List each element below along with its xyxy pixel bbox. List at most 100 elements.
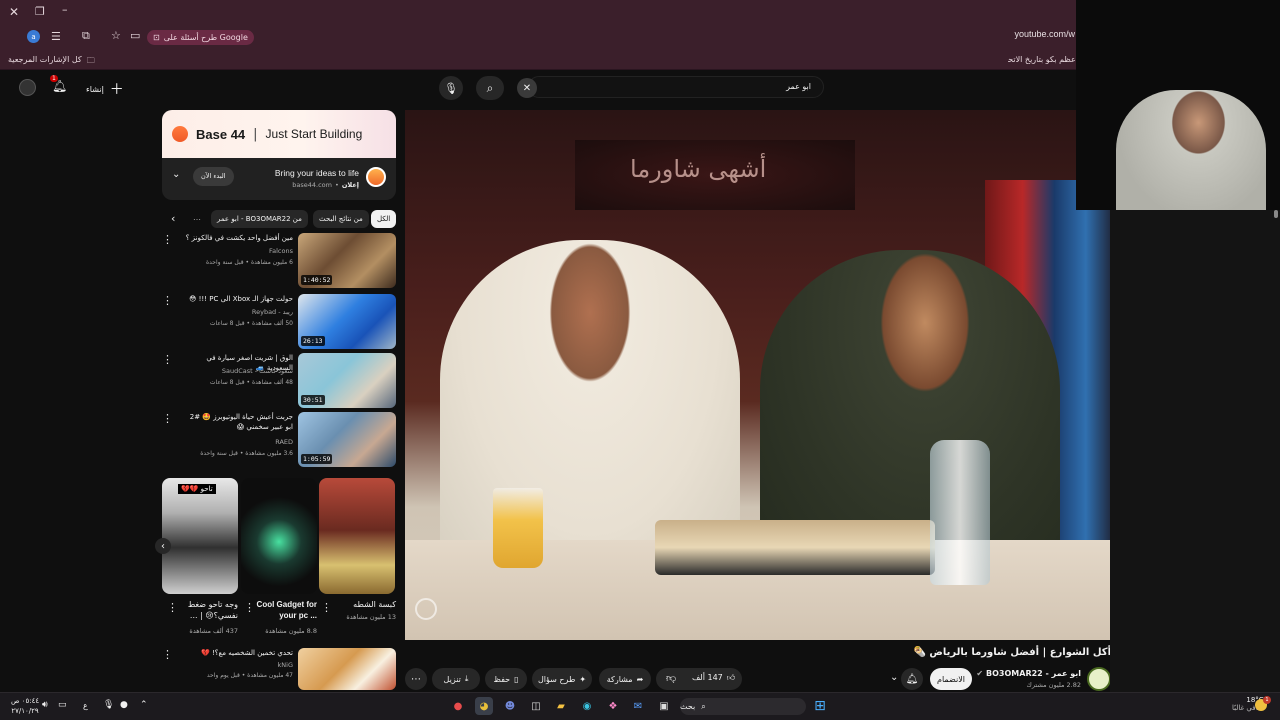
microphone-icon[interactable]: 🎙︎ [103, 700, 114, 710]
channel-avatar[interactable] [1087, 667, 1111, 691]
search-input[interactable]: ✕ ابو عمر [517, 76, 824, 98]
channel-name[interactable]: ابو عمر - BO3OMAR22 ✔ [976, 669, 1081, 678]
short-item[interactable] [319, 478, 395, 594]
related-video-item[interactable]: تحدي تخمين الشخصيه مع؟! 💔 kNiG 47 مليون … [162, 648, 396, 690]
video-channel[interactable]: kNiG [278, 661, 293, 669]
close-window-icon[interactable]: ✕ [9, 6, 19, 18]
video-channel[interactable]: ريبد - Reybad [252, 308, 293, 316]
more-options-icon[interactable]: ⋮ [167, 601, 178, 614]
start-button[interactable]: ⊞ [811, 697, 829, 715]
base44-logo-icon [172, 126, 188, 142]
ask-button[interactable]: طرح سؤال ✦ [532, 668, 592, 690]
task-view-icon[interactable]: ▣ [655, 697, 673, 715]
save-button[interactable]: حفظ ▯ [485, 668, 527, 690]
ask-google-pill[interactable]: ⊡ طرح أسئلة على Google [147, 30, 254, 45]
more-options-icon[interactable]: ⋮ [162, 412, 173, 425]
profile-avatar[interactable]: a [27, 30, 40, 43]
chevron-down-icon[interactable]: ⌄ [172, 169, 180, 180]
more-options-icon[interactable]: ⋮ [162, 648, 173, 661]
related-video-item[interactable]: 1:05:59 جربت أعيش حياة اليوتيوبرز 🤩 #2 ا… [162, 412, 396, 470]
taskbar-search[interactable]: ⌕ بحث [680, 698, 806, 715]
video-thumbnail[interactable] [298, 648, 396, 690]
video-channel[interactable]: Falcons [269, 247, 293, 255]
clock[interactable]: ٠٥:٤٤ ص ٢٧/١٠/٢٩ [11, 696, 39, 716]
video-title[interactable]: حولت جهاز الـ Xbox الى PC !!! 😳 [181, 294, 293, 304]
extensions-icon[interactable]: ⧉ [82, 30, 90, 41]
video-title[interactable]: مين أفضل واحد يكشت في فالكونز ؟ [181, 233, 293, 243]
video-channel[interactable]: سعود كاست - SaudCast [222, 367, 293, 375]
all-bookmarks-link[interactable]: 🗀 كل الإشارات المرجعية [8, 55, 95, 69]
more-actions-button[interactable]: ⋯ [405, 668, 427, 690]
copilot-icon[interactable]: ❖ [604, 697, 622, 715]
more-options-icon[interactable]: ⋮ [162, 353, 173, 366]
bookmark-item[interactable]: أعظم بكو بتاريخ الاتحا... [1008, 55, 1078, 64]
chips-prev-icon[interactable]: ‹ [171, 212, 175, 225]
app-icon[interactable]: ● [449, 697, 467, 715]
more-options-icon[interactable]: ⋮ [162, 294, 173, 307]
edge-icon[interactable]: ◉ [578, 697, 596, 715]
chrome-icon[interactable]: ◕ [475, 697, 493, 715]
clear-search-icon[interactable]: ✕ [517, 78, 537, 98]
related-video-item[interactable]: 26:13 حولت جهاز الـ Xbox الى PC !!! 😳 ري… [162, 294, 396, 352]
file-explorer-icon[interactable]: ▰ [552, 697, 570, 715]
short-title[interactable]: كبسة الشطه [330, 599, 396, 610]
shorts-prev-button[interactable]: ‹ [155, 538, 171, 554]
microphone-icon: 🎙︎ [444, 81, 458, 95]
discord-icon[interactable]: ☻ [501, 697, 519, 715]
short-title[interactable]: وجه تاحو ضغط نفسي؟😢 | ... [174, 599, 238, 621]
download-label: تنزيل [443, 674, 461, 684]
minimize-window-icon[interactable]: – [62, 4, 68, 15]
sponsored-ad-card[interactable]: Base 44 | Just Start Building Bring your… [162, 110, 396, 200]
cast-icon[interactable]: ▭ [130, 30, 140, 41]
tray-chevron-icon[interactable]: ⌃ [140, 700, 148, 710]
clock-date: ٢٧/١٠/٢٩ [11, 707, 39, 715]
related-video-item[interactable]: 1:40:52 مين أفضل واحد يكشت في فالكونز ؟ … [162, 233, 396, 291]
like-button[interactable]: 👍︎ 147 ألف [692, 673, 735, 683]
share-button[interactable]: مشاركة ➦ [599, 668, 651, 690]
video-title[interactable]: تحدي تخمين الشخصيه مع؟! 💔 [181, 648, 293, 658]
restore-window-icon[interactable]: ❐ [35, 6, 45, 17]
video-title[interactable]: جربت أعيش حياة اليوتيوبرز 🤩 #2 ابو عبير … [181, 412, 293, 432]
store-icon[interactable]: ◫ [527, 697, 545, 715]
language-indicator[interactable]: ع [83, 701, 88, 710]
voice-search-button[interactable]: 🎙︎ [439, 76, 463, 100]
display-icon[interactable]: ▭ [58, 700, 67, 710]
dislike-button[interactable]: 👎︎ [666, 672, 676, 684]
tray-app-icon[interactable]: ● [120, 700, 128, 710]
notification-badge: 1 [50, 75, 58, 82]
clock-time: ٠٥:٤٤ ص [11, 697, 40, 705]
download-button[interactable]: تنزيل ⤓ [432, 668, 480, 690]
account-avatar[interactable] [19, 79, 36, 96]
short-item[interactable]: تاحو 💔💔 [162, 478, 238, 594]
more-options-icon[interactable]: ⋮ [321, 601, 332, 614]
mail-icon[interactable]: ✉ [629, 697, 647, 715]
related-video-item[interactable]: 30:51 الوق | شريت اصغر سيارة في السعودية… [162, 353, 396, 411]
more-options-icon[interactable]: ⋮ [244, 601, 255, 614]
address-bar-url[interactable]: youtube.com/w [1014, 29, 1075, 39]
video-thumbnail[interactable]: 1:40:52 [298, 233, 396, 288]
short-item[interactable] [241, 478, 317, 594]
video-channel[interactable]: RAED [275, 438, 293, 446]
notifications-button[interactable]: 🔔︎ 1 [50, 75, 68, 95]
short-title[interactable]: Cool Gadget for your pc ... [251, 599, 317, 621]
video-thumbnail[interactable]: 30:51 [298, 353, 396, 408]
video-thumbnail[interactable]: 1:05:59 [298, 412, 396, 467]
video-player[interactable]: أشهى شاورما [405, 110, 1111, 640]
bookmark-star-icon[interactable]: ☆ [111, 30, 121, 41]
scrollbar-thumb[interactable] [1274, 210, 1278, 218]
share-icon: ➦ [636, 674, 644, 684]
chip-from-search[interactable]: من نتائج البحث [313, 210, 369, 228]
volume-icon[interactable]: 🔊︎ [42, 700, 48, 710]
chip-all[interactable]: الكل [371, 210, 397, 228]
more-options-icon[interactable]: ⋮ [162, 233, 173, 246]
chip-from-channel[interactable]: من BO3OMAR22 - ابو عمر [211, 210, 308, 228]
chevron-down-icon[interactable]: ⌄ [890, 672, 898, 683]
create-button[interactable]: ＋ إنشاء [86, 79, 124, 99]
ad-cta-button[interactable]: البدء الآن [193, 167, 234, 186]
search-button[interactable]: ⌕ [476, 76, 504, 100]
ad-banner[interactable]: Base 44 | Just Start Building [162, 110, 396, 158]
reading-list-icon[interactable]: ☰ [51, 31, 61, 42]
notification-bell-button[interactable]: 🔔︎ [901, 668, 923, 690]
join-button[interactable]: الانضمام [930, 668, 972, 690]
video-thumbnail[interactable]: 26:13 [298, 294, 396, 349]
